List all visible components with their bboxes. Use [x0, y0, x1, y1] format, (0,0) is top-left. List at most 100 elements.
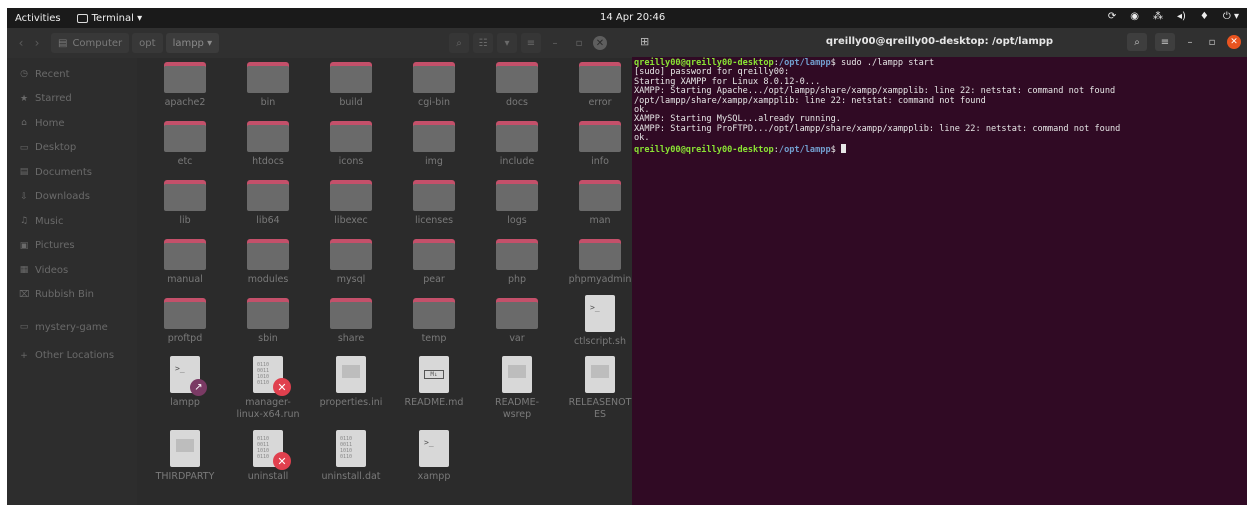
- file-name: cgi-bin: [417, 97, 450, 108]
- path-segment-computer[interactable]: ▤ Computer: [51, 33, 130, 53]
- sidebar-item-downloads[interactable]: ⇩ Downloads: [7, 185, 137, 210]
- folder-item[interactable]: info: [560, 121, 640, 168]
- minimize-button[interactable]: –: [545, 33, 565, 53]
- sidebar-item-music[interactable]: ♫ Music: [7, 209, 137, 234]
- sidebar-item-documents[interactable]: ▤ Documents: [7, 160, 137, 185]
- terminal-close-button[interactable]: ✕: [1227, 35, 1241, 49]
- terminal-output[interactable]: qreilly00@qreilly00-desktop:/opt/lampp$ …: [634, 58, 1244, 155]
- file-name: apache2: [164, 97, 206, 108]
- folder-item[interactable]: lib64: [228, 180, 308, 227]
- folder-item[interactable]: sbin: [228, 298, 308, 345]
- sync-icon[interactable]: ⟳: [1108, 11, 1116, 22]
- folder-item[interactable]: cgi-bin: [394, 62, 474, 109]
- clock[interactable]: 14 Apr 20:46: [600, 12, 665, 23]
- maximize-button[interactable]: ▫: [569, 33, 589, 53]
- file-name: properties.ini: [319, 397, 383, 408]
- folder-item[interactable]: php: [477, 239, 557, 286]
- sidebar-item-mystery-game[interactable]: ▭ mystery-game: [7, 315, 137, 340]
- file-item[interactable]: >_ ↗ lampp: [145, 356, 225, 409]
- file-item[interactable]: THIRDPARTY: [145, 430, 225, 483]
- folder-item[interactable]: lib: [145, 180, 225, 227]
- menu-button[interactable]: ≡: [521, 33, 541, 53]
- folder-item[interactable]: bin: [228, 62, 308, 109]
- search-button[interactable]: ⌕: [449, 33, 469, 53]
- view-options-button[interactable]: ▾: [497, 33, 517, 53]
- folder-icon: [247, 121, 289, 152]
- terminal-search-button[interactable]: ⌕: [1127, 33, 1147, 51]
- sidebar-item-starred[interactable]: ★ Starred: [7, 87, 137, 112]
- sidebar-item-label: Downloads: [35, 191, 90, 203]
- forward-button[interactable]: ›: [29, 33, 45, 53]
- folder-item[interactable]: manual: [145, 239, 225, 286]
- folder-item[interactable]: etc: [145, 121, 225, 168]
- sidebar-item-home[interactable]: ⌂ Home: [7, 111, 137, 136]
- folder-icon: [247, 62, 289, 93]
- folder-item[interactable]: img: [394, 121, 474, 168]
- back-button[interactable]: ‹: [13, 33, 29, 53]
- file-name: logs: [507, 215, 527, 226]
- folder-icon: [330, 239, 372, 270]
- folder-item[interactable]: icons: [311, 121, 391, 168]
- file-item[interactable]: properties.ini: [311, 356, 391, 409]
- sidebar-item-recent[interactable]: ◷ Recent: [7, 62, 137, 87]
- document-icon: ▤: [19, 167, 29, 178]
- folder-item[interactable]: proftpd: [145, 298, 225, 345]
- folder-item[interactable]: include: [477, 121, 557, 168]
- folder-item[interactable]: libexec: [311, 180, 391, 227]
- output-line: XAMPP: Starting ProFTPD.../opt/lampp/sha…: [634, 123, 1121, 134]
- folder-item[interactable]: man: [560, 180, 640, 227]
- file-item[interactable]: 0110 0011 1010 0110 ✕ manager- linux-x64.run: [228, 356, 308, 421]
- sidebar-item-videos[interactable]: ▦ Videos: [7, 258, 137, 283]
- folder-item[interactable]: htdocs: [228, 121, 308, 168]
- path-segment-lampp[interactable]: lampp ▾: [165, 33, 220, 53]
- sidebar-item-pictures[interactable]: ▣ Pictures: [7, 234, 137, 259]
- app-menu-button[interactable]: Terminal ▾: [69, 13, 150, 24]
- file-name: lib: [179, 215, 191, 226]
- system-tray[interactable]: ⟳ ◉ ⁂ ◂) ♦ ⏻ ▾: [1108, 11, 1239, 22]
- terminal-maximize-button[interactable]: ▫: [1205, 37, 1219, 48]
- file-item[interactable]: >_ ctlscript.sh: [560, 295, 640, 348]
- folder-item[interactable]: error: [560, 62, 640, 109]
- file-item[interactable]: M↓ README.md: [394, 356, 474, 409]
- file-item[interactable]: README- wsrep: [477, 356, 557, 421]
- terminal-minimize-button[interactable]: –: [1183, 37, 1197, 48]
- file-item[interactable]: 0110 0011 1010 0110 ✕ uninstall: [228, 430, 308, 483]
- folder-icon: [164, 298, 206, 329]
- file-item[interactable]: 0110 0011 1010 0110 uninstall.dat: [311, 430, 391, 483]
- folder-item[interactable]: var: [477, 298, 557, 345]
- microphone-icon[interactable]: ♦: [1200, 11, 1209, 22]
- close-button[interactable]: ✕: [593, 36, 607, 50]
- terminal-menu-button[interactable]: ≡: [1155, 33, 1175, 51]
- view-toggle-button[interactable]: ☷: [473, 33, 493, 53]
- folder-item[interactable]: share: [311, 298, 391, 345]
- volume-icon[interactable]: ◂): [1177, 11, 1186, 22]
- folder-item[interactable]: pear: [394, 239, 474, 286]
- sidebar-item-rubbish-bin[interactable]: ⌧ Rubbish Bin: [7, 283, 137, 308]
- sidebar-item-desktop[interactable]: ▭ Desktop: [7, 136, 137, 161]
- folder-item[interactable]: modules: [228, 239, 308, 286]
- activities-button[interactable]: Activities: [7, 13, 69, 24]
- network-icon[interactable]: ⁂: [1153, 11, 1163, 22]
- terminal-controls: ⌕ ≡ – ▫ ✕: [1127, 33, 1241, 51]
- folder-item[interactable]: logs: [477, 180, 557, 227]
- file-item[interactable]: RELEASENOT ES: [560, 356, 640, 421]
- path-segment-opt[interactable]: opt: [132, 33, 163, 53]
- folder-item[interactable]: build: [311, 62, 391, 109]
- folder-item[interactable]: mysql: [311, 239, 391, 286]
- script-file-icon: >_: [419, 430, 449, 467]
- folder-item[interactable]: phpmyadmin: [560, 239, 640, 286]
- file-name: info: [591, 156, 609, 167]
- folder-item[interactable]: docs: [477, 62, 557, 109]
- script-file-icon: >_ ↗: [170, 356, 207, 396]
- file-item[interactable]: >_ xampp: [394, 430, 474, 483]
- power-menu-icon[interactable]: ⏻ ▾: [1223, 11, 1239, 22]
- error-badge-icon: ✕: [273, 452, 291, 470]
- folder-item[interactable]: apache2: [145, 62, 225, 109]
- folder-icon: [496, 180, 538, 211]
- file-name: build: [339, 97, 363, 108]
- sidebar-item-other-locations[interactable]: + Other Locations: [7, 344, 137, 369]
- folder-item[interactable]: temp: [394, 298, 474, 345]
- folder-item[interactable]: licenses: [394, 180, 474, 227]
- app-indicator-icon[interactable]: ◉: [1130, 11, 1139, 22]
- symlink-badge-icon: ↗: [190, 379, 207, 396]
